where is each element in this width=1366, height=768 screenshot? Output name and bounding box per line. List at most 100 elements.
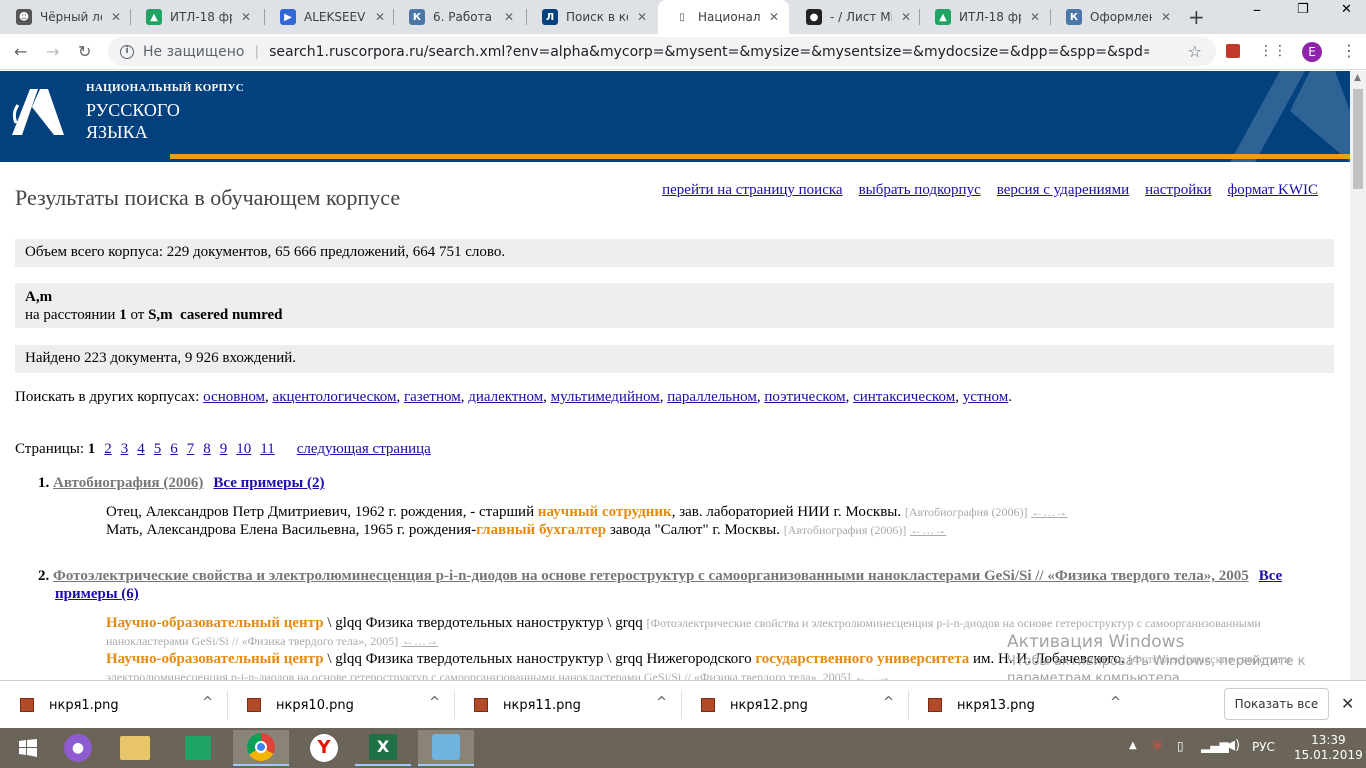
page-link[interactable]: 6 bbox=[170, 441, 178, 457]
image-file-icon bbox=[474, 698, 488, 712]
page-link[interactable]: 11 bbox=[260, 441, 274, 457]
link-search-page[interactable]: перейти на страницу поиска bbox=[662, 182, 842, 198]
header-stripe-gap bbox=[0, 154, 170, 162]
tab-close-icon[interactable]: ✕ bbox=[241, 10, 251, 24]
taskbar-yandex[interactable]: Y bbox=[296, 730, 352, 766]
page-scrollbar[interactable]: ▲ bbox=[1350, 71, 1366, 680]
language-indicator[interactable]: РУС bbox=[1252, 740, 1275, 754]
tab-close-icon[interactable]: ✕ bbox=[1161, 10, 1171, 24]
profile-avatar[interactable]: E bbox=[1302, 42, 1322, 62]
link-kwic-format[interactable]: формат KWIC bbox=[1228, 182, 1318, 198]
chevron-up-icon[interactable]: ^ bbox=[429, 695, 440, 710]
browser-tab[interactable]: К Оформлени ✕ bbox=[1050, 0, 1181, 34]
apps-icon[interactable]: ⋮⋮ bbox=[1259, 43, 1287, 59]
download-item[interactable]: нкря13.png ^ bbox=[908, 681, 1135, 729]
corpus-link[interactable]: мультимедийном bbox=[551, 389, 660, 405]
extension-icon[interactable] bbox=[1226, 44, 1240, 58]
chevron-up-icon[interactable]: ^ bbox=[202, 695, 213, 710]
download-item[interactable]: нкря10.png ^ bbox=[227, 681, 454, 729]
browser-tab[interactable]: К 6. Работа с ✕ bbox=[393, 0, 524, 34]
tray-security-icon[interactable]: ⛨ bbox=[1153, 739, 1162, 754]
context-nav-link[interactable]: ←…→ bbox=[402, 634, 438, 648]
link-stress-version[interactable]: версия с ударениями bbox=[997, 182, 1129, 198]
tab-close-icon[interactable]: ✕ bbox=[1030, 10, 1040, 24]
link-settings[interactable]: настройки bbox=[1145, 182, 1211, 198]
tab-close-icon[interactable]: ✕ bbox=[111, 10, 121, 24]
browser-tab[interactable]: Л Поиск в кор ✕ bbox=[526, 0, 657, 34]
corpus-link[interactable]: синтаксическом bbox=[853, 389, 955, 405]
page-link[interactable]: 8 bbox=[203, 441, 211, 457]
ruscorpora-logo-icon[interactable] bbox=[8, 83, 68, 141]
page-link[interactable]: 3 bbox=[121, 441, 129, 457]
info-icon[interactable]: i bbox=[120, 44, 134, 59]
forward-icon[interactable]: → bbox=[46, 42, 59, 61]
tab-close-icon[interactable]: ✕ bbox=[901, 10, 911, 24]
page-link[interactable]: 4 bbox=[137, 441, 145, 457]
doc-title-link[interactable]: Фотоэлектрические свойства и электролюми… bbox=[53, 568, 1249, 584]
link-choose-subcorpus[interactable]: выбрать подкорпус bbox=[859, 182, 981, 198]
chevron-up-icon[interactable]: ^ bbox=[656, 695, 667, 710]
url-text[interactable]: search1.ruscorpora.ru/search.xml?env=alp… bbox=[269, 44, 1149, 60]
browser-tab[interactable]: ▯ Национальн ✕ bbox=[658, 0, 789, 34]
browser-tab[interactable]: ● - / Лист Mic ✕ bbox=[790, 0, 921, 34]
microphone-icon: ● bbox=[64, 734, 92, 762]
browser-tab[interactable]: ▶ ALEKSEEV ✕ bbox=[264, 0, 395, 34]
battery-icon[interactable]: ▯ bbox=[1177, 739, 1184, 753]
corpus-link[interactable]: диалектном bbox=[468, 389, 543, 405]
tab-close-icon[interactable]: ✕ bbox=[504, 10, 514, 24]
restore-button[interactable]: ❐ bbox=[1297, 2, 1309, 17]
tab-close-icon[interactable]: ✕ bbox=[769, 10, 779, 24]
scrollbar-thumb[interactable] bbox=[1353, 89, 1363, 189]
menu-icon[interactable]: ⋮ bbox=[1341, 41, 1357, 60]
corpus-link[interactable]: акцентологическом bbox=[273, 389, 397, 405]
download-item[interactable]: нкря12.png ^ bbox=[681, 681, 908, 729]
chevron-up-icon[interactable]: ^ bbox=[1110, 695, 1121, 710]
taskbar-store[interactable] bbox=[170, 730, 226, 766]
chevron-up-icon[interactable]: ^ bbox=[883, 695, 894, 710]
cortana-button[interactable]: ● bbox=[50, 730, 106, 766]
close-window-button[interactable]: ✕ bbox=[1341, 2, 1352, 17]
taskbar-explorer[interactable] bbox=[107, 730, 163, 766]
page-link[interactable]: 10 bbox=[236, 441, 251, 457]
close-downloads-icon[interactable]: ✕ bbox=[1341, 694, 1354, 713]
doc-title-link[interactable]: Автобиография (2006) bbox=[53, 475, 203, 491]
taskbar-paint[interactable] bbox=[418, 730, 474, 766]
back-icon[interactable]: ← bbox=[14, 42, 27, 61]
browser-tab[interactable]: ▲ ИТЛ-18 фр1 ✕ bbox=[130, 0, 261, 34]
browser-tab[interactable]: ☻ Чёрный лебедь ✕ bbox=[0, 0, 131, 34]
page-link[interactable]: 9 bbox=[220, 441, 228, 457]
corpus-link[interactable]: поэтическом bbox=[764, 389, 845, 405]
corpus-link[interactable]: газетном bbox=[404, 389, 461, 405]
address-bar[interactable]: i Не защищено | search1.ruscorpora.ru/se… bbox=[108, 37, 1216, 66]
bookmark-star-icon[interactable]: ☆ bbox=[1188, 42, 1202, 61]
corpus-link[interactable]: устном bbox=[963, 389, 1008, 405]
query-box: A,m на расстоянии 1 от S,m casered numre… bbox=[15, 283, 1334, 328]
volume-icon[interactable]: ◀) bbox=[1225, 738, 1240, 753]
context-nav-link[interactable]: ←…→ bbox=[854, 670, 890, 680]
corpus-link[interactable]: параллельном bbox=[667, 389, 757, 405]
page-link[interactable]: 7 bbox=[187, 441, 195, 457]
tab-close-icon[interactable]: ✕ bbox=[375, 10, 385, 24]
next-page-link[interactable]: следующая страница bbox=[297, 441, 431, 457]
brand-small: НАЦИОНАЛЬНЫЙ КОРПУС bbox=[86, 82, 245, 94]
download-item[interactable]: нкря11.png ^ bbox=[454, 681, 681, 729]
corpus-link[interactable]: основном bbox=[203, 389, 265, 405]
all-examples-link[interactable]: Все примеры (2) bbox=[213, 475, 324, 491]
browser-tab[interactable]: ▲ ИТЛ-18 фр1 ✕ bbox=[919, 0, 1050, 34]
taskbar-excel[interactable]: X bbox=[355, 730, 411, 766]
tab-close-icon[interactable]: ✕ bbox=[637, 10, 647, 24]
page-link[interactable]: 5 bbox=[154, 441, 162, 457]
show-all-downloads-button[interactable]: Показать все bbox=[1224, 688, 1329, 720]
context-nav-link[interactable]: ←…→ bbox=[1031, 505, 1067, 519]
start-button[interactable] bbox=[0, 730, 56, 766]
new-tab-button[interactable]: + bbox=[1188, 5, 1205, 29]
page-link[interactable]: 2 bbox=[104, 441, 112, 457]
reload-icon[interactable]: ↻ bbox=[78, 42, 91, 61]
download-item[interactable]: нкря1.png ^ bbox=[0, 681, 227, 729]
minimize-button[interactable]: – bbox=[1253, 0, 1261, 19]
tab-title: Поиск в кор bbox=[566, 10, 628, 24]
taskbar-chrome[interactable] bbox=[233, 730, 289, 766]
clock[interactable]: 13:39 15.01.2019 bbox=[1294, 733, 1363, 763]
tray-expand-icon[interactable]: ▲ bbox=[1129, 740, 1137, 751]
context-nav-link[interactable]: ←…→ bbox=[910, 523, 946, 537]
